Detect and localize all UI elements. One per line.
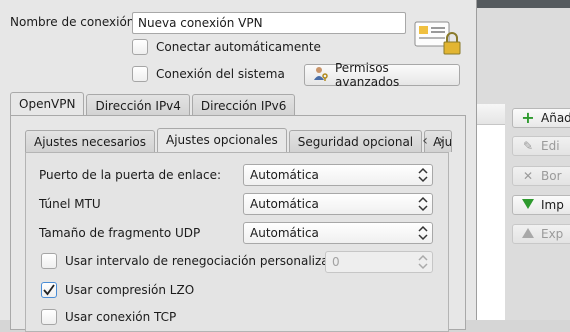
renegotiation-checkbox[interactable] [41,253,57,269]
updown-arrows-icon [418,196,428,212]
gateway-port-label: Puerto de la puerta de enlace: [39,168,222,182]
edit-button-label: Edi [541,139,560,153]
edit-button[interactable]: ✎ Edi [512,136,570,156]
system-connection-checkbox[interactable] [132,66,148,82]
openvpn-tab-panel: Ajustes necesarios Ajustes opcionales Se… [10,115,466,332]
add-button-label: Añad [541,111,570,125]
export-button[interactable]: Exp [512,224,570,244]
tcp-connection-checkbox[interactable] [41,309,57,325]
connections-list-header [477,104,505,125]
connection-editor-dialog: Nombre de conexión: Nueva conexión VPN C… [0,0,477,332]
sub-tab-bar: Ajustes necesarios Ajustes opcionales Se… [25,128,454,152]
udp-fragment-value: Automática [250,226,319,240]
gateway-port-select[interactable]: Automática [243,164,433,186]
import-button-label: Imp [541,198,564,212]
main-tab-bar: OpenVPN Dirección IPv4 Dirección IPv6 [10,92,297,116]
tunnel-mtu-value: Automática [250,197,319,211]
gateway-port-value: Automática [250,168,319,182]
updown-arrows-icon [418,167,428,183]
tab-optional-settings[interactable]: Ajustes opcionales [157,128,287,152]
udp-fragment-label: Tamaño de fragmento UDP [39,226,201,240]
user-key-icon [313,66,329,85]
chevron-left-icon[interactable]: ‹ [417,132,433,150]
udp-fragment-select[interactable]: Automática [243,222,433,244]
connection-name-label: Nombre de conexión: [10,15,139,29]
system-connection-label: Conexión del sistema [156,67,285,81]
renegotiation-label: Usar intervalo de renegociación personal… [65,254,344,268]
advanced-permissions-button[interactable]: Permisos avanzados [304,61,460,89]
auto-connect-checkbox[interactable] [132,39,148,55]
updown-arrows-icon [418,225,428,241]
tunnel-mtu-select[interactable]: Automática [243,193,433,215]
renegotiation-interval-spinbox[interactable]: 0 [325,251,433,273]
add-button[interactable]: + Añad [512,108,570,128]
checkmark-icon [43,284,55,296]
edit-icon: ✎ [522,139,534,153]
lzo-compression-label: Usar compresión LZO [65,283,195,297]
tab-optional-security[interactable]: Seguridad opcional [288,130,423,152]
tab-required-settings[interactable]: Ajustes necesarios [25,130,155,152]
chevron-right-icon[interactable]: › [433,132,449,150]
connection-name-input[interactable]: Nueva conexión VPN [132,12,406,34]
delete-button-label: Bor [541,169,562,183]
tab-ipv4[interactable]: Dirección IPv4 [86,94,190,116]
advanced-permissions-label: Permisos avanzados [335,61,400,89]
lzo-compression-checkbox[interactable] [41,282,57,298]
tcp-connection-label: Usar conexión TCP [65,310,177,324]
import-icon [521,199,535,211]
export-icon [521,228,535,240]
import-button[interactable]: Imp [512,195,570,215]
tab-openvpn[interactable]: OpenVPN [10,92,85,116]
tab-ipv6[interactable]: Dirección IPv6 [191,94,296,116]
plus-icon: + [521,108,535,127]
background-window-titlebar [476,0,570,8]
export-button-label: Exp [541,227,564,241]
updown-arrows-icon [418,254,428,270]
vpn-certificate-lock-icon [414,20,462,56]
tunnel-mtu-label: Túnel MTU [39,197,101,211]
auto-connect-label: Conectar automáticamente [156,40,321,54]
tab-scroller: ‹ › [417,132,449,150]
delete-button[interactable]: ✕ Bor [512,166,570,186]
delete-icon: ✕ [522,169,534,183]
renegotiation-interval-value: 0 [332,255,340,269]
connections-list[interactable] [476,104,505,320]
